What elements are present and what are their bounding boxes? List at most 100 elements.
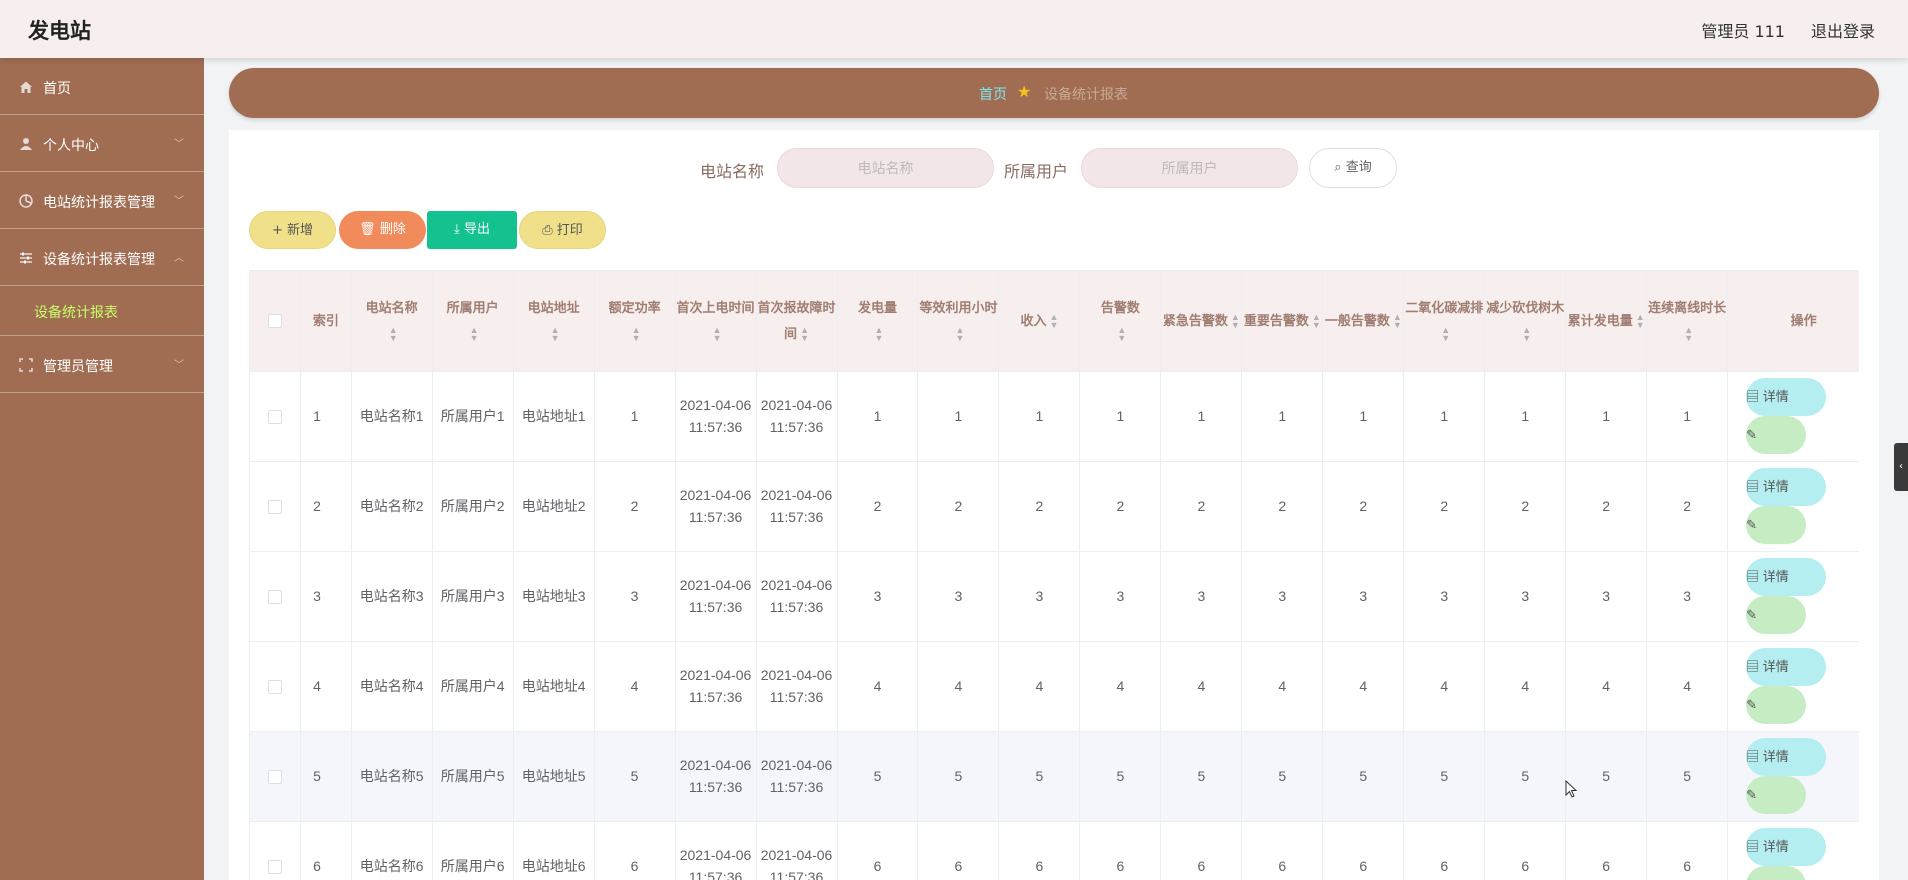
- document-icon: ▤: [1746, 659, 1763, 674]
- table-row[interactable]: 5 电站名称5 所属用户5 电站地址5 5 2021-04-06 11:57:36 2021…: [250, 731, 1859, 822]
- table-cell: 2021-04-06 11:57:36: [756, 371, 838, 462]
- detail-button[interactable]: ▤ 详情: [1746, 738, 1827, 776]
- sidebar: 首页 个人中心 ﹀ 电站统计报表管理 ﹀ 设备统计报表管理 ︿ 设备统计报表 管…: [0, 58, 204, 880]
- row-checkbox[interactable]: [268, 680, 283, 695]
- column-header[interactable]: 紧急告警数 ▲ ▼: [1160, 271, 1243, 372]
- sidebar-item-station-report[interactable]: 电站统计报表管理 ﹀: [0, 172, 204, 229]
- table-cell: 电站名称3: [351, 551, 433, 642]
- table-cell: 所属用户3: [432, 551, 514, 642]
- sort-icon[interactable]: ▲ ▼: [800, 326, 809, 343]
- collapse-handle[interactable]: ‹: [1894, 443, 1908, 491]
- column-header[interactable]: 告警数 ▲ ▼: [1079, 271, 1162, 372]
- add-button[interactable]: + 新增: [249, 211, 336, 249]
- table-cell: 6: [1160, 821, 1243, 880]
- table-header-row: 索引 电站名称 ▲ ▼ 所属用户 ▲ ▼ 电站地址 ▲ ▼ 额定功率 ▲ ▼ 首次上电时间 ▲ ▼ …: [250, 271, 1859, 372]
- detail-button[interactable]: ▤ 详情: [1746, 468, 1827, 506]
- row-checkbox[interactable]: [268, 860, 283, 875]
- column-header[interactable]: 重要告警数 ▲ ▼: [1241, 271, 1324, 372]
- column-header[interactable]: 收入 ▲ ▼: [998, 271, 1081, 372]
- select-all-checkbox[interactable]: [268, 314, 283, 329]
- sidebar-item-profile[interactable]: 个人中心 ﹀: [0, 115, 204, 172]
- sort-icon[interactable]: ▲ ▼: [1312, 313, 1321, 330]
- table-row[interactable]: 2 电站名称2 所属用户2 电站地址2 2 2021-04-06 11:57:36 2021…: [250, 461, 1859, 552]
- column-header[interactable]: 首次上电时间 ▲ ▼: [675, 271, 757, 372]
- table-cell: 4: [1646, 641, 1729, 732]
- table-row[interactable]: 1 电站名称1 所属用户1 电站地址1 1 2021-04-06 11:57:36 2021…: [250, 371, 1859, 462]
- sort-icon[interactable]: ▲ ▼: [470, 326, 479, 343]
- breadcrumb-home[interactable]: 首页: [979, 84, 1007, 104]
- row-checkbox[interactable]: [268, 590, 283, 605]
- table-cell: 4: [300, 641, 352, 732]
- table-cell: 所属用户6: [432, 821, 514, 880]
- table-cell: 4: [1079, 641, 1162, 732]
- logout-button[interactable]: 退出登录: [1811, 18, 1875, 42]
- detail-button[interactable]: ▤ 详情: [1746, 558, 1827, 596]
- edit-button[interactable]: ✎: [1746, 686, 1807, 724]
- sort-icon[interactable]: ▲ ▼: [389, 326, 398, 343]
- edit-button[interactable]: ✎: [1746, 506, 1807, 544]
- detail-button[interactable]: ▤ 详情: [1746, 828, 1827, 866]
- row-checkbox[interactable]: [268, 500, 283, 515]
- detail-button[interactable]: ▤ 详情: [1746, 378, 1827, 416]
- sidebar-item-device-report[interactable]: 设备统计报表管理 ︿: [0, 229, 204, 286]
- table-row[interactable]: 6 电站名称6 所属用户6 电站地址6 6 2021-04-06 11:57:36 2021…: [250, 821, 1859, 880]
- detail-button[interactable]: ▤ 详情: [1746, 648, 1827, 686]
- export-button[interactable]: ⤓ 导出: [427, 211, 517, 249]
- sort-icon[interactable]: ▲ ▼: [1441, 326, 1450, 343]
- table-cell: 3: [1079, 551, 1162, 642]
- column-header[interactable]: 二氧化碳减排 ▲ ▼: [1403, 271, 1486, 372]
- column-header[interactable]: 减少砍伐树木 ▲ ▼: [1484, 271, 1567, 372]
- sort-icon[interactable]: ▲ ▼: [551, 326, 560, 343]
- sort-icon[interactable]: ▲ ▼: [1393, 313, 1402, 330]
- edit-button[interactable]: ✎: [1746, 596, 1807, 634]
- sort-icon[interactable]: ▲ ▼: [875, 326, 884, 343]
- table-cell: 3: [998, 551, 1081, 642]
- sidebar-subitem-device-report[interactable]: 设备统计报表: [0, 286, 204, 336]
- column-header[interactable]: 额定功率 ▲ ▼: [594, 271, 676, 372]
- column-header[interactable]: 所属用户 ▲ ▼: [432, 271, 514, 372]
- table-cell: 6: [1646, 821, 1729, 880]
- row-checkbox[interactable]: [268, 770, 283, 785]
- table-cell: 3: [1403, 551, 1486, 642]
- sort-icon[interactable]: ▲ ▼: [713, 326, 722, 343]
- sort-icon[interactable]: ▲ ▼: [632, 326, 641, 343]
- owner-user-input[interactable]: 所属用户: [1081, 148, 1298, 188]
- column-header[interactable]: 累计发电量 ▲ ▼: [1565, 271, 1648, 372]
- sort-icon[interactable]: ▲ ▼: [955, 326, 964, 343]
- current-user: 管理员 111: [1701, 22, 1785, 41]
- column-header[interactable]: 电站地址 ▲ ▼: [513, 271, 595, 372]
- print-button[interactable]: ⎙ 打印: [519, 211, 606, 249]
- column-header[interactable]: 等效利用小时 ▲ ▼: [917, 271, 1000, 372]
- edit-button[interactable]: ✎: [1746, 776, 1807, 814]
- row-checkbox[interactable]: [268, 410, 283, 425]
- column-header[interactable]: 发电量 ▲ ▼: [837, 271, 919, 372]
- sidebar-item-admin[interactable]: 管理员管理 ﹀: [0, 336, 204, 393]
- table-row[interactable]: 4 电站名称4 所属用户4 电站地址4 4 2021-04-06 11:57:36 2021…: [250, 641, 1859, 732]
- sort-icon[interactable]: ▲ ▼: [1231, 313, 1240, 330]
- row-select-cell: [250, 641, 302, 732]
- sort-icon[interactable]: ▲ ▼: [1684, 326, 1693, 343]
- search-button-label: 查询: [1345, 160, 1372, 175]
- edit-button[interactable]: ✎: [1746, 866, 1807, 880]
- sort-icon[interactable]: ▲ ▼: [1049, 313, 1058, 330]
- station-name-input[interactable]: 电站名称: [777, 148, 994, 188]
- sort-icon[interactable]: ▲ ▼: [1636, 313, 1645, 330]
- search-button[interactable]: ⌕ 查询: [1309, 148, 1397, 188]
- column-header[interactable]: 一般告警数 ▲ ▼: [1322, 271, 1405, 372]
- table-row[interactable]: 3 电站名称3 所属用户3 电站地址3 3 2021-04-06 11:57:36 2021…: [250, 551, 1859, 642]
- sort-icon[interactable]: ▲ ▼: [1117, 326, 1126, 343]
- column-header[interactable]: 首次报故障时间 ▲ ▼: [756, 271, 838, 372]
- column-header[interactable]: 电站名称 ▲ ▼: [351, 271, 433, 372]
- edit-button[interactable]: ✎: [1746, 416, 1807, 454]
- document-icon: ▤: [1746, 839, 1763, 854]
- row-actions-cell: ▤ 详情 ✎: [1727, 731, 1859, 822]
- document-icon: ▤: [1746, 479, 1763, 494]
- table-cell: 1: [1565, 371, 1648, 462]
- table-cell: 2021-04-06 11:57:36: [756, 551, 838, 642]
- table-cell: 6: [837, 821, 919, 880]
- delete-button[interactable]: 🗑 删除: [339, 211, 426, 249]
- column-header[interactable]: 连续离线时长 ▲ ▼: [1646, 271, 1729, 372]
- table-cell: 3: [837, 551, 919, 642]
- sidebar-item-home[interactable]: 首页: [0, 58, 204, 115]
- sort-icon[interactable]: ▲ ▼: [1522, 326, 1531, 343]
